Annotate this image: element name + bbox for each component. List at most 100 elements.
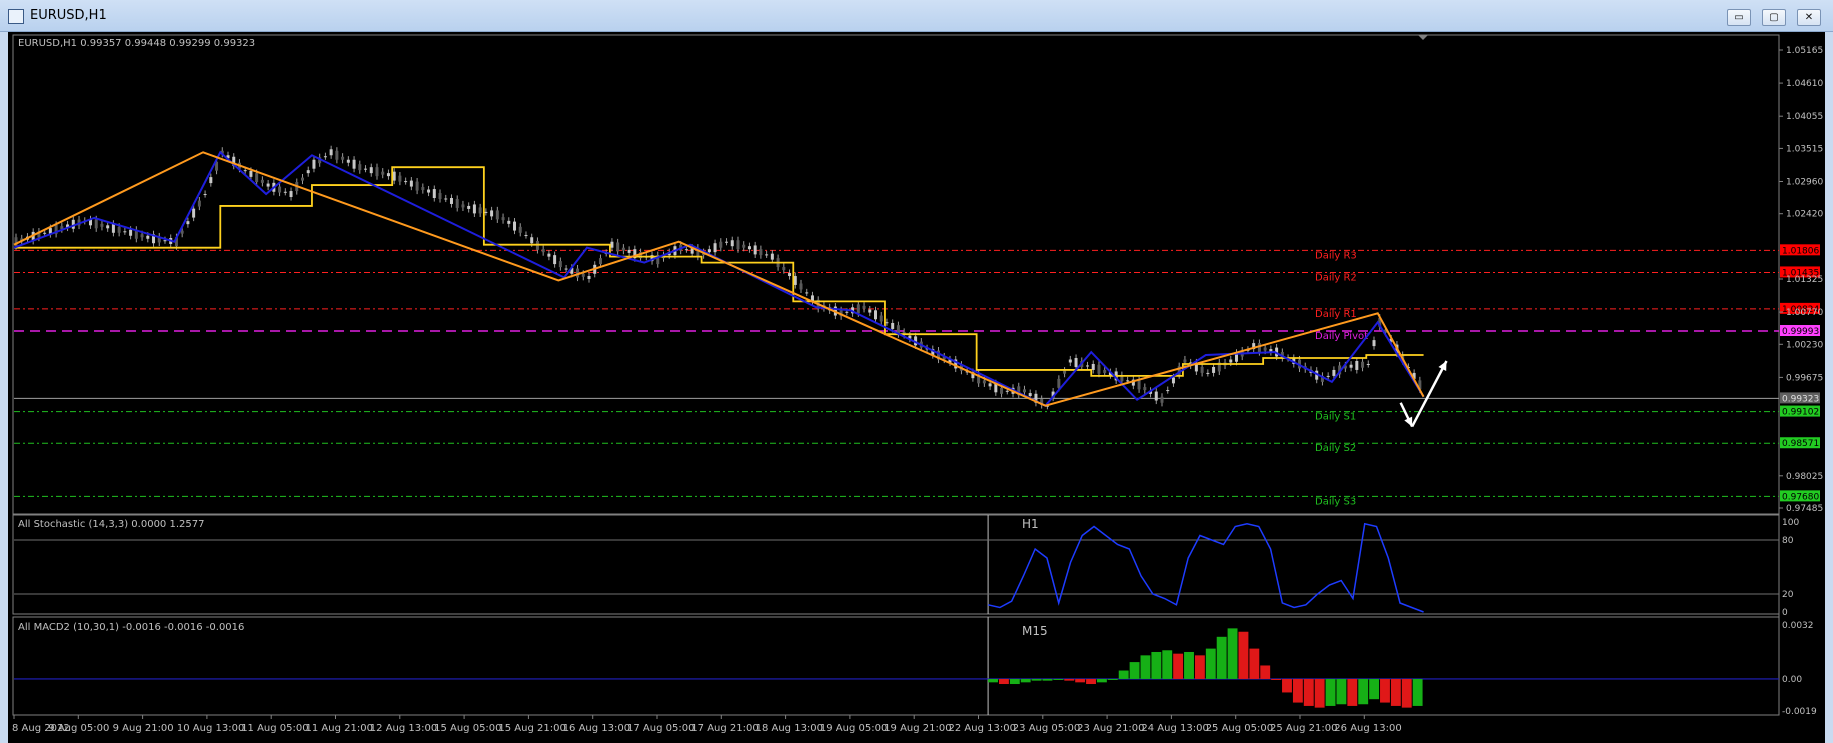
- candle-body-136: [793, 276, 797, 285]
- candle-body-17: [111, 223, 115, 233]
- macd-bar-16: [1162, 650, 1173, 679]
- candle-body-14: [94, 219, 98, 229]
- time-tick-label-7: 15 Aug 05:00: [434, 723, 501, 734]
- candle-body-16: [106, 225, 110, 229]
- level-name-3: Daily Pivot: [1315, 331, 1368, 342]
- macd-bar-35: [1369, 678, 1380, 700]
- time-tick-label-13: 19 Aug 05:00: [820, 723, 887, 734]
- time-tick-label-17: 23 Aug 21:00: [1077, 723, 1144, 734]
- macd-bar-22: [1227, 628, 1238, 679]
- level-name-6: Daily S2: [1315, 443, 1356, 454]
- candle-body-105: [616, 242, 620, 252]
- time-tick-label-4: 11 Aug 05:00: [241, 723, 308, 734]
- candle-body-217: [1257, 343, 1261, 353]
- main-chart-header: EURUSD,H1 0.99357 0.99448 0.99299 0.9932…: [18, 38, 255, 49]
- candle-body-104: [610, 241, 614, 248]
- time-tick-label-3: 10 Aug 13:00: [177, 723, 244, 734]
- candle-body-134: [782, 267, 786, 271]
- price-tick-label-2: 1.04055: [1786, 112, 1823, 122]
- candle-body-153: [891, 322, 895, 329]
- macd-bar-38: [1401, 678, 1412, 708]
- macd-bar-32: [1336, 678, 1347, 705]
- candle-body-77: [455, 198, 459, 208]
- candle-body-138: [805, 292, 809, 294]
- macd-bar-12: [1118, 670, 1129, 679]
- candle-body-149: [868, 309, 872, 313]
- candle-body-70: [415, 181, 419, 191]
- macd-bar-10: [1096, 678, 1107, 683]
- candle-body-74: [438, 193, 442, 199]
- macd-bar-14: [1140, 655, 1151, 679]
- time-tick-label-8: 15 Aug 21:00: [498, 723, 565, 734]
- time-tick-label-14: 19 Aug 21:00: [884, 723, 951, 734]
- macd-tick-0: 0.0032: [1782, 621, 1814, 631]
- candle-body-148: [862, 305, 866, 309]
- candle-body-183: [1063, 370, 1067, 374]
- candle-body-83: [490, 210, 494, 217]
- candle-body-96: [564, 268, 568, 270]
- candle-body-30: [186, 221, 190, 225]
- candle-body-117: [684, 249, 688, 251]
- candle-body-86: [507, 220, 511, 224]
- chart-shift-marker[interactable]: [1418, 35, 1428, 40]
- price-tick-label-7: 1.00770: [1786, 308, 1823, 318]
- candle-body-33: [203, 194, 207, 196]
- candle-body-41: [249, 170, 253, 177]
- candle-body-63: [375, 167, 379, 177]
- pivot-levels: Daily R3 1.01806Daily R2 1.01435Daily R1 1.…: [14, 244, 1820, 507]
- candle-body-20: [129, 229, 133, 236]
- candle-body-230: [1332, 369, 1336, 376]
- macd-bar-5: [1042, 678, 1053, 681]
- candle-body-124: [725, 241, 729, 243]
- chart-canvas[interactable]: EURUSD,H1 0.99357 0.99448 0.99299 0.9932…: [0, 0, 1833, 743]
- time-tick-label-18: 24 Aug 13:00: [1141, 723, 1208, 734]
- candle-body-200: [1160, 396, 1164, 403]
- candle-body-61: [364, 168, 368, 170]
- candle-body-199: [1154, 391, 1158, 401]
- candle-body-202: [1171, 377, 1175, 384]
- candle-body-169: [982, 380, 986, 384]
- candle-body-64: [381, 171, 385, 175]
- candle-body-187: [1086, 365, 1090, 367]
- candle-body-67: [398, 175, 402, 182]
- candle-body-66: [392, 171, 396, 181]
- candle-body-29: [180, 230, 184, 234]
- candle-body-72: [427, 189, 431, 193]
- macd-bar-23: [1238, 631, 1249, 679]
- candle-body-197: [1143, 387, 1147, 391]
- time-tick-label-11: 17 Aug 21:00: [691, 723, 758, 734]
- candle-body-188: [1091, 363, 1095, 370]
- time-tick-label-20: 25 Aug 21:00: [1270, 723, 1337, 734]
- candle-body-184: [1068, 359, 1072, 363]
- macd-timeframe-label: M15: [1022, 624, 1048, 638]
- macd-bar-20: [1205, 648, 1216, 679]
- candle-body-100: [587, 276, 591, 279]
- stoch-line: [987, 522, 1424, 613]
- candle-body-82: [484, 211, 488, 213]
- candle-body-57: [341, 156, 345, 160]
- price-tick-label-5: 1.02420: [1786, 210, 1823, 220]
- candle-body-132: [770, 253, 774, 260]
- candle-body-69: [409, 180, 413, 187]
- candle-body-185: [1074, 358, 1078, 367]
- candle-body-44: [266, 183, 270, 187]
- step-line-yellow: [14, 166, 1424, 377]
- candle-body-130: [759, 249, 763, 256]
- candle-body-23: [146, 235, 150, 239]
- candle-body-129: [753, 245, 757, 255]
- macd-panel: 0.0032 0.00 -0.0019: [14, 617, 1817, 717]
- time-axis: 8 Aug 20229 Aug 05:00 9 Aug 21:00 10 Aug 1…: [12, 715, 1402, 734]
- candle-body-65: [386, 173, 390, 177]
- candle-body-125: [730, 240, 734, 247]
- candle-body-15: [100, 223, 104, 227]
- macd-header: All MACD2 (10,30,1) -0.0016 -0.0016 -0.0…: [18, 622, 244, 633]
- candle-body-90: [530, 237, 534, 244]
- time-tick-label-1: 9 Aug 05:00: [48, 723, 109, 734]
- candle-body-189: [1097, 364, 1101, 374]
- macd-bar-3: [1020, 678, 1031, 683]
- candle-body-42: [255, 173, 259, 183]
- candle-body-234: [1355, 360, 1359, 370]
- macd-tick-1: 0.00: [1782, 675, 1802, 685]
- candle-body-126: [736, 240, 740, 250]
- level-name-5: Daily S1: [1315, 412, 1356, 423]
